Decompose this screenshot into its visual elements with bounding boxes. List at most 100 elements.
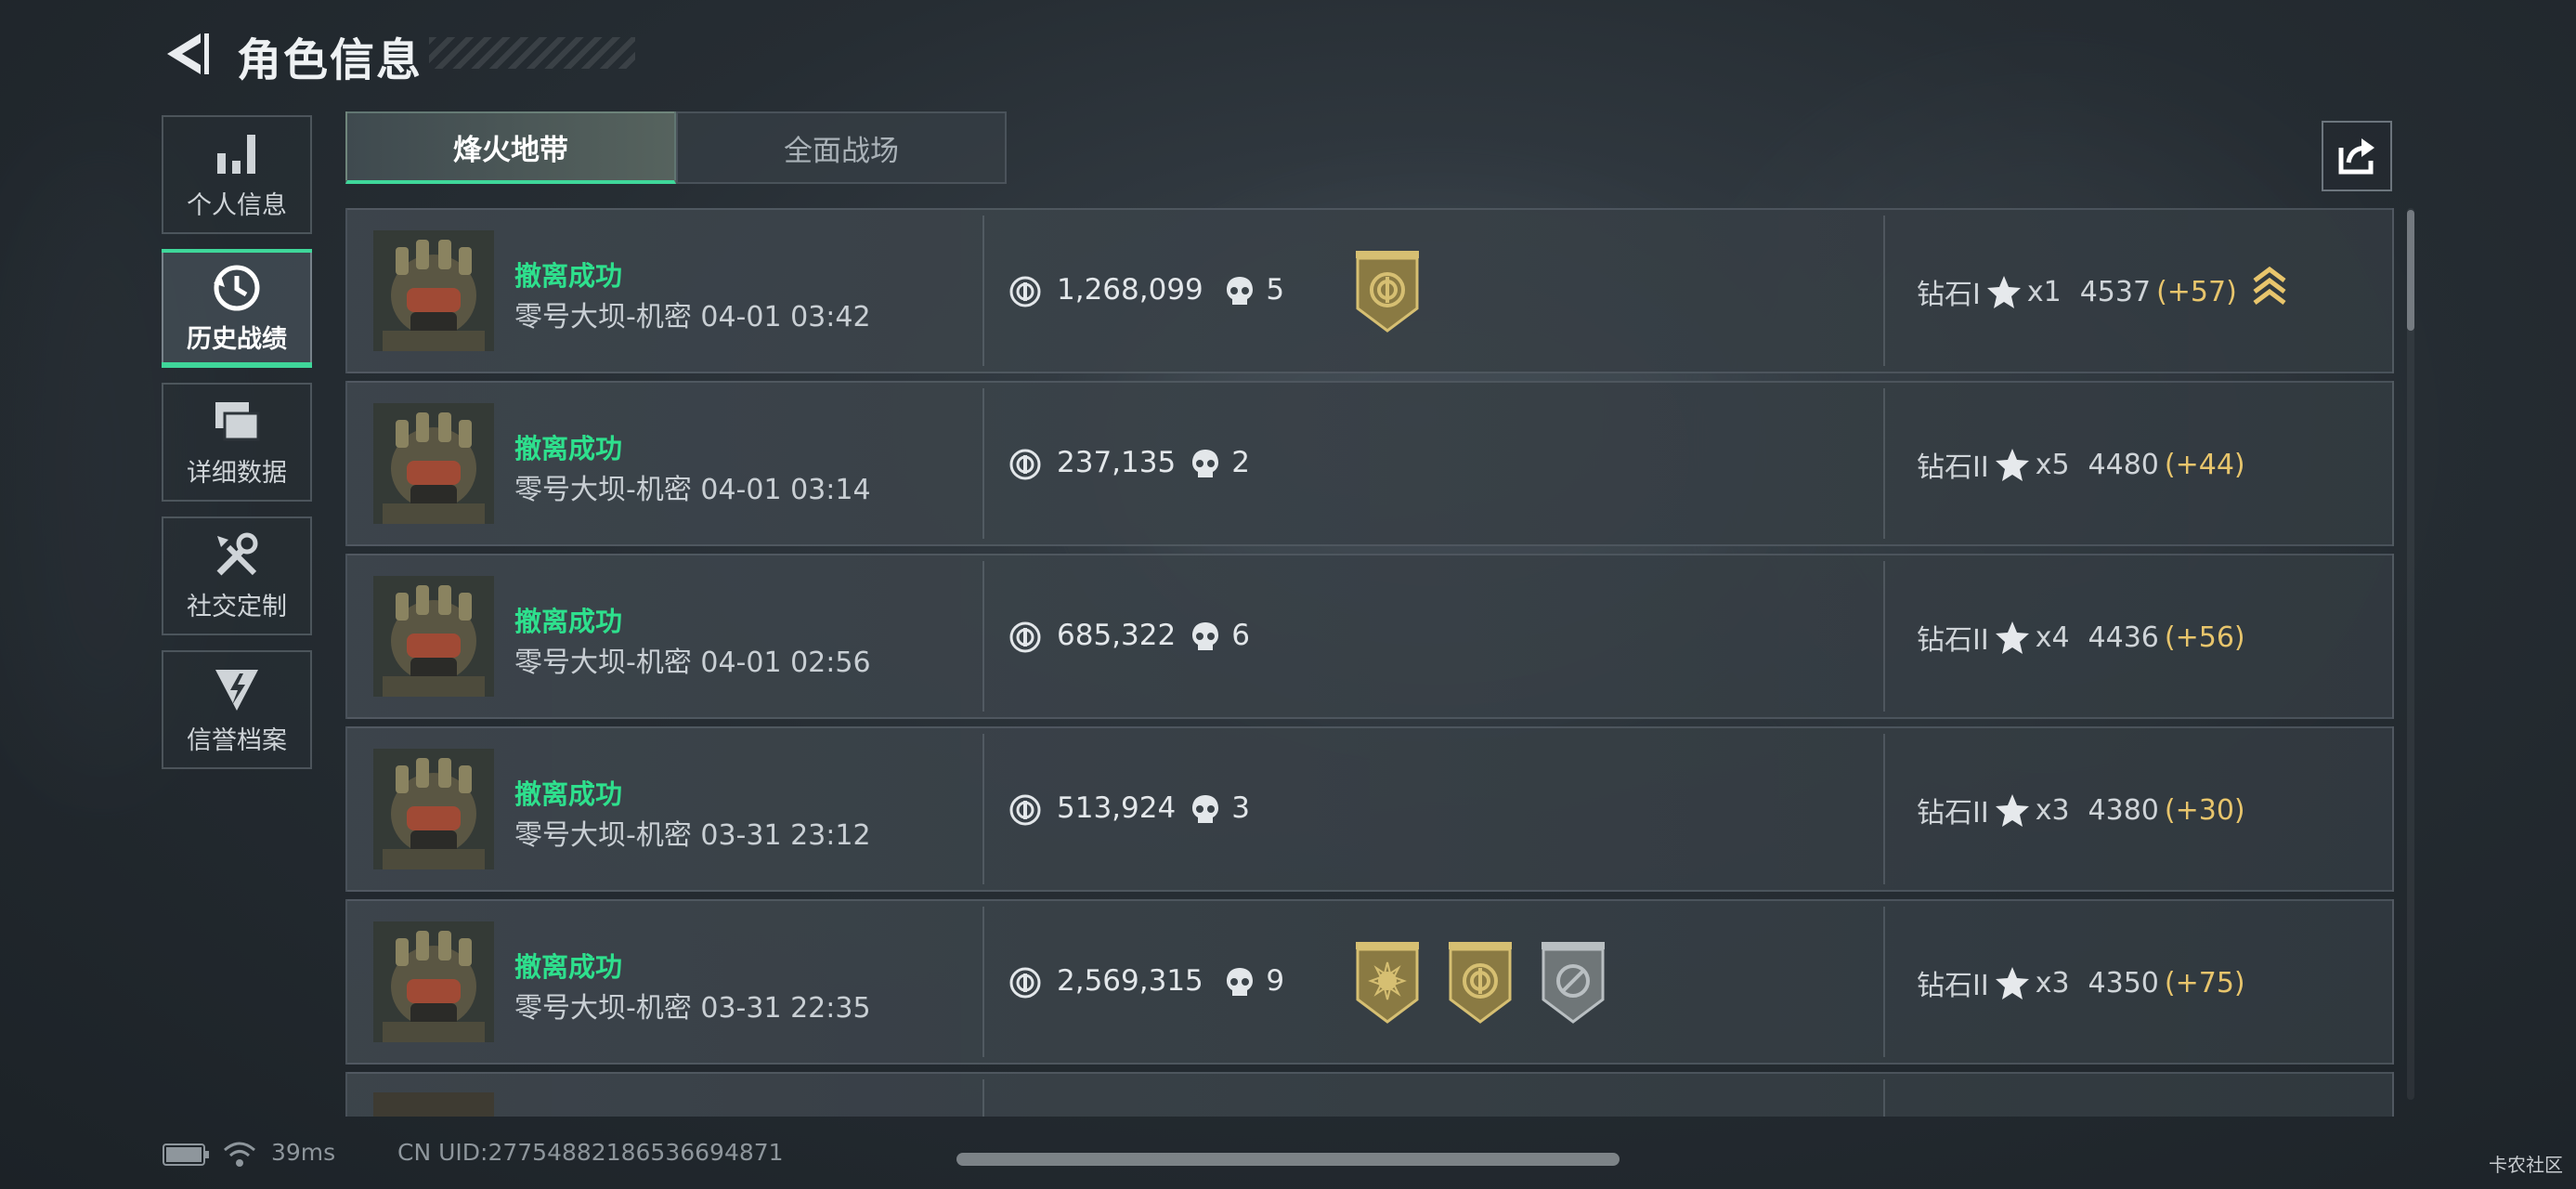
home-indicator[interactable] [956,1153,1620,1166]
scrollbar[interactable] [2407,208,2414,1100]
column-divider [982,388,984,539]
kill-count: 9 [1266,964,1285,998]
credit-shield-icon [215,669,258,711]
column-divider [1883,734,1885,884]
table-row[interactable]: 撤离成功 零号大坝-机密 04-01 03:42 1,268,099 5 钻石I x1 45… [345,208,2394,373]
coin-icon [1009,794,1041,826]
battery-icon [163,1143,209,1166]
map-name: 零号大坝-机密 [514,474,692,506]
rank-info: 钻石I x1 4537 (+57) [1917,271,2237,312]
history-list: 撤离成功 零号大坝-机密 04-01 03:42 1,268,099 5 钻石I x1 45… [345,208,2394,1117]
gold-emblem-badge[interactable] [1443,942,1517,1026]
skull-icon [1227,277,1254,305]
rank-name: 钻石II [1917,624,1989,657]
tools-icon [216,532,258,575]
operator-avatar [373,921,494,1042]
skull-icon [1192,622,1219,650]
table-row[interactable]: 撤离成功 零号大坝-机密 04-01 02:56 685,322 6 钻石II x4 443… [345,554,2394,719]
silver-target-badge[interactable] [1536,942,1610,1026]
skull-icon [1227,968,1254,996]
column-divider [1883,907,1885,1057]
column-divider [982,561,984,712]
rank-name: 钻石II [1917,970,1989,1002]
rank-stars: x5 [2035,448,2070,481]
star-icon [1986,276,2021,308]
match-time: 04-01 03:14 [700,474,871,506]
rank-stars: x1 [2026,275,2062,308]
tab-fenghuo[interactable]: 烽火地带 [345,111,676,184]
table-row[interactable]: 撤离成功 零号大坝-机密 03-31 22:35 2,569,315 9 钻石II x3 4… [345,899,2394,1065]
watermark: 卡农社区 [2489,1154,2563,1176]
operator-avatar [373,576,494,697]
table-row-partial[interactable] [345,1072,2394,1117]
score-delta: (+57) [2156,275,2237,308]
column-divider [982,216,984,366]
gold-emblem-badge[interactable] [1350,251,1425,334]
sidebar-item-social[interactable]: 社交定制 [162,516,312,635]
coin-icon [1009,276,1041,307]
map-name: 零号大坝-机密 [514,819,692,852]
rank-score: 4480 [2088,448,2159,481]
sidebar-item-details[interactable]: 详细数据 [162,383,312,502]
star-icon [1995,794,2029,827]
rank-score: 4380 [2088,793,2159,827]
column-divider [982,907,984,1057]
wifi-icon [224,1142,255,1167]
ping-text: 39ms [271,1139,336,1166]
sidebar-item-profile[interactable]: 个人信息 [162,115,312,234]
extraction-status: 撤离成功 [514,260,623,292]
rank-name: 钻石I [1917,279,1981,311]
share-icon [2338,138,2374,175]
page-title: 角色信息 [237,34,423,86]
loot-value: 685,322 [1057,619,1177,652]
score-delta: (+44) [2164,448,2245,481]
skull-icon [1192,450,1219,477]
coin-icon [1009,621,1041,653]
share-button[interactable] [2322,121,2392,191]
rank-name: 钻石II [1917,797,1989,830]
score-delta: (+30) [2164,793,2245,827]
kill-count: 2 [1231,446,1250,479]
map-and-time: 零号大坝-机密 03-31 23:12 [514,812,871,853]
scrollbar-thumb[interactable] [2407,210,2414,331]
table-row[interactable]: 撤离成功 零号大坝-机密 04-01 03:14 237,135 2 钻石II x5 448… [345,381,2394,546]
column-divider [1883,1079,1885,1117]
rank-stars: x3 [2035,966,2070,1000]
match-time: 03-31 23:12 [700,819,871,852]
map-and-time: 零号大坝-机密 04-01 02:56 [514,639,871,680]
back-arrow-icon[interactable] [160,28,212,80]
map-name: 零号大坝-机密 [514,301,692,333]
extraction-status: 撤离成功 [514,951,623,983]
star-icon [1995,967,2029,1000]
loot-value: 237,135 [1057,446,1177,479]
star-icon [1995,449,2029,481]
tab-quanmian[interactable]: 全面战场 [676,111,1007,184]
rank-up-chevron-icon [2253,266,2286,305]
map-and-time: 零号大坝-机密 03-31 22:35 [514,985,871,1026]
sidebar-item-label: 社交定制 [187,592,287,621]
score-delta: (+75) [2164,966,2245,1000]
sidebar-item-credit[interactable]: 信誉档案 [162,650,312,769]
column-divider [1883,388,1885,539]
sidebar-item-label: 信誉档案 [187,725,287,755]
loot-value: 1,268,099 [1057,273,1203,307]
extraction-status: 撤离成功 [514,433,623,464]
operator-avatar [373,230,494,351]
sidebar-item-label: 详细数据 [187,458,287,488]
title-decoration [429,37,635,69]
star-icon [1995,621,2029,654]
operator-avatar [373,749,494,869]
rank-name: 钻石II [1917,451,1989,484]
gold-sun-badge[interactable] [1350,942,1425,1026]
sidebar-item-history[interactable]: 历史战绩 [162,249,312,368]
extraction-status: 撤离成功 [514,606,623,637]
extraction-status: 撤离成功 [514,778,623,810]
map-and-time: 零号大坝-机密 04-01 03:14 [514,466,871,507]
sidebar-item-label: 历史战绩 [187,324,287,354]
map-name: 零号大坝-机密 [514,647,692,679]
kill-count: 6 [1231,619,1250,652]
table-row[interactable]: 撤离成功 零号大坝-机密 03-31 23:12 513,924 3 钻石II x3 438… [345,726,2394,892]
rank-info: 钻石II x3 4380 (+30) [1917,790,2245,830]
match-time: 04-01 03:42 [700,301,871,333]
match-time: 03-31 22:35 [700,992,871,1025]
